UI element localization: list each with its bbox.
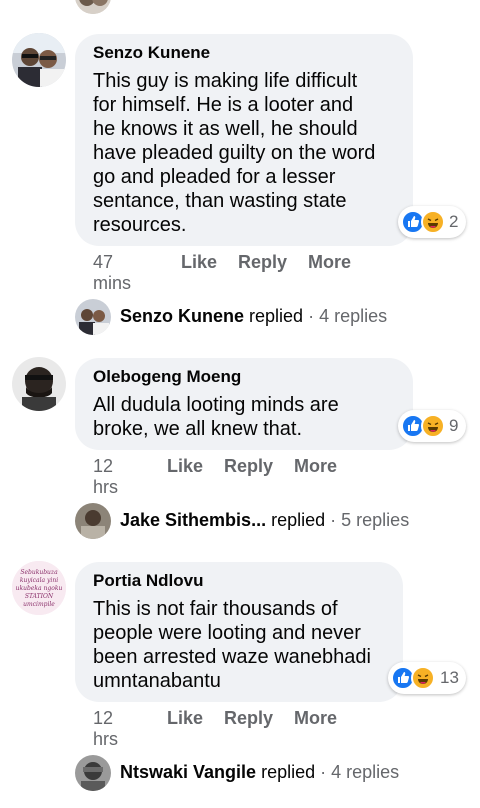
comment-bubble: Portia Ndlovu This is not fair thousands…: [75, 562, 403, 702]
reaction-summary[interactable]: 2: [398, 206, 466, 238]
reaction-count: 2: [449, 212, 459, 231]
comment-time[interactable]: 12 hrs: [93, 456, 118, 498]
reply-button[interactable]: Reply: [224, 456, 273, 477]
haha-reaction-icon: [411, 666, 435, 690]
reply-count[interactable]: · 4 replies: [320, 762, 399, 782]
comment-bubble: Senzo Kunene This guy is making life dif…: [75, 34, 413, 246]
avatar[interactable]: Sebukubuza kuyicala yini ukubeka ngoku S…: [12, 561, 66, 615]
reply-button[interactable]: Reply: [238, 252, 287, 273]
comment-text: All dudula looting minds are broke, we a…: [93, 394, 339, 440]
avatar-text-line: umcimpile: [23, 601, 55, 608]
reaction-count: 9: [449, 416, 459, 435]
avatar-text-line: STATION: [25, 593, 54, 600]
like-button[interactable]: Like: [167, 708, 203, 729]
comment-bubble: Olebogeng Moeng All dudula looting minds…: [75, 358, 413, 450]
reply-count[interactable]: · 5 replies: [330, 510, 409, 530]
avatar-text-line: ukubeka ngoku: [16, 585, 63, 592]
replied-text: replied: [271, 510, 326, 530]
reply-button[interactable]: Reply: [224, 708, 273, 729]
like-button[interactable]: Like: [181, 252, 217, 273]
comment-author[interactable]: Senzo Kunene: [93, 43, 210, 63]
like-button[interactable]: Like: [167, 456, 203, 477]
replied-text: replied: [249, 306, 304, 326]
reaction-count: 13: [440, 668, 459, 687]
avatar[interactable]: [12, 357, 66, 411]
more-button[interactable]: More: [308, 252, 351, 273]
comment-text: This guy is making life difficult for hi…: [93, 70, 376, 236]
haha-reaction-icon: [421, 210, 445, 234]
reply-author[interactable]: Ntswaki Vangile: [120, 762, 256, 782]
portia-avatar-image: Sebukubuza kuyicala yini ukubeka ngoku S…: [12, 561, 66, 615]
reaction-summary[interactable]: 9: [398, 410, 466, 442]
more-button[interactable]: More: [294, 456, 337, 477]
avatar-text-line: Sebukubuza: [20, 569, 58, 576]
comment-author[interactable]: Portia Ndlovu: [93, 571, 204, 591]
comment-time[interactable]: 47 mins: [93, 252, 131, 294]
avatar[interactable]: [75, 755, 111, 791]
avatar[interactable]: [75, 0, 111, 14]
more-button[interactable]: More: [294, 708, 337, 729]
haha-reaction-icon: [421, 414, 445, 438]
view-replies-link[interactable]: Ntswaki Vangile replied · 4 replies: [120, 762, 399, 788]
view-replies-link[interactable]: Senzo Kunene replied · 4 replies: [120, 306, 387, 332]
reply-count[interactable]: · 4 replies: [308, 306, 387, 326]
avatar[interactable]: [75, 299, 111, 335]
avatar[interactable]: [75, 503, 111, 539]
view-replies-link[interactable]: Jake Sithembis... replied · 5 replies: [120, 510, 409, 536]
reply-author[interactable]: Jake Sithembis...: [120, 510, 266, 530]
reply-author[interactable]: Senzo Kunene: [120, 306, 244, 326]
comment-text: This is not fair thousands of people wer…: [93, 598, 371, 692]
avatar-text-line: kuyicala yini: [20, 577, 58, 584]
replied-text: replied: [261, 762, 316, 782]
reaction-summary[interactable]: 13: [388, 662, 466, 694]
comment-time[interactable]: 12 hrs: [93, 708, 118, 750]
comment-author[interactable]: Olebogeng Moeng: [93, 367, 241, 387]
avatar[interactable]: [12, 33, 66, 87]
